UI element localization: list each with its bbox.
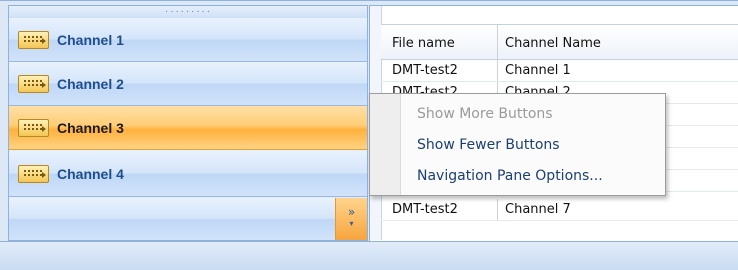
cell-file-name: DMT-test2 bbox=[392, 202, 458, 217]
configure-buttons-button[interactable]: » ▾ bbox=[335, 198, 367, 240]
nav-item-channel-1[interactable]: Channel 1 bbox=[9, 18, 367, 62]
nav-item-channel-4[interactable]: Channel 4 bbox=[9, 151, 367, 197]
table-row[interactable]: DMT-test2 Channel 7 bbox=[381, 199, 738, 221]
nav-item-label: Channel 1 bbox=[57, 31, 124, 48]
cell-file-name: DMT-test2 bbox=[392, 63, 458, 78]
column-divider bbox=[497, 199, 498, 220]
menu-item-navigation-pane-options[interactable]: Navigation Pane Options... bbox=[401, 161, 665, 191]
table-row[interactable]: DMT-test2 Channel 1 bbox=[381, 60, 738, 82]
column-header-channel-name[interactable]: Channel Name bbox=[505, 36, 601, 51]
nav-item-label: Channel 4 bbox=[57, 165, 124, 182]
nav-item-label: Channel 2 bbox=[57, 75, 124, 92]
channel-icon bbox=[18, 164, 49, 183]
navigation-pane: ········· Channel 1 Channel 2 Channel 3 … bbox=[8, 5, 368, 241]
cell-channel-name: Channel 1 bbox=[505, 63, 571, 78]
grip-dots: ········· bbox=[164, 8, 212, 16]
column-divider bbox=[497, 25, 498, 59]
grid-header: File name Channel Name bbox=[381, 24, 738, 60]
menu-item-show-fewer-buttons[interactable]: Show Fewer Buttons bbox=[401, 130, 665, 160]
nav-item-channel-3[interactable]: Channel 3 bbox=[9, 106, 367, 150]
nav-pane-context-menu: Show More Buttons Show Fewer Buttons Nav… bbox=[369, 93, 666, 196]
dropdown-arrow-icon: ▾ bbox=[349, 219, 354, 228]
nav-item-label: Channel 3 bbox=[57, 119, 124, 136]
status-bar bbox=[0, 241, 738, 270]
cell-channel-name: Channel 7 bbox=[505, 202, 571, 217]
menu-icon-gutter bbox=[370, 94, 401, 195]
channel-icon bbox=[18, 30, 49, 49]
channel-icon bbox=[18, 74, 49, 93]
column-header-file-name[interactable]: File name bbox=[392, 36, 455, 51]
menu-item-show-more-buttons: Show More Buttons bbox=[417, 106, 553, 122]
nav-button-strip: » ▾ bbox=[9, 198, 367, 240]
double-chevron-icon: » bbox=[347, 205, 356, 219]
channel-icon bbox=[18, 118, 49, 137]
column-divider bbox=[497, 60, 498, 81]
nav-item-channel-2[interactable]: Channel 2 bbox=[9, 62, 367, 106]
